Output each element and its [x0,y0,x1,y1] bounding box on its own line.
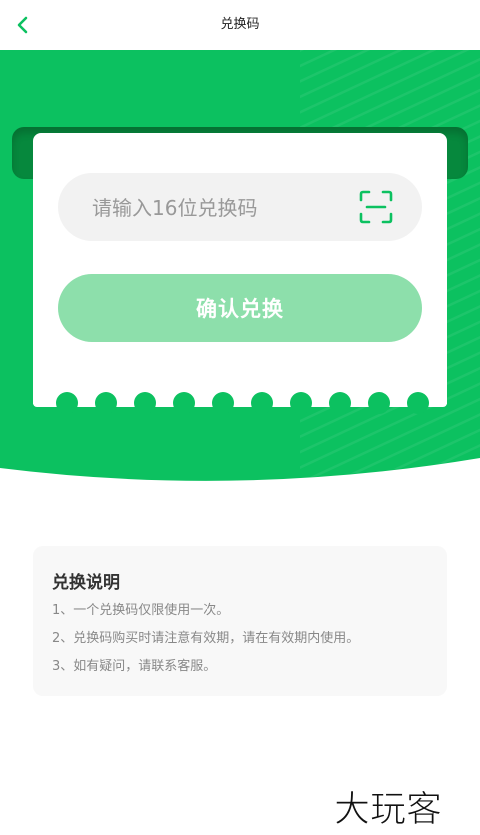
instruction-item: 3、如有疑问，请联系客服。 [52,659,217,674]
watermark-logo: 大玩客 [334,789,443,830]
app-header: 兑换码 [0,0,480,50]
card-scalloped-edge [33,390,447,414]
scan-button[interactable] [358,189,394,225]
redeem-code-field [58,173,422,243]
redeem-code-input[interactable] [90,173,354,243]
confirm-redeem-button[interactable]: 确认兑换 [58,274,422,342]
watermark-text: 大玩客 [334,789,442,829]
scan-icon [359,190,393,224]
instructions-title: 兑换说明 [52,573,120,593]
instruction-item: 2、兑换码购买时请注意有效期，请在有效期内使用。 [52,631,360,646]
redeem-instructions: 兑换说明 1、一个兑换码仅限使用一次。 2、兑换码购买时请注意有效期，请在有效期… [33,546,447,696]
page-title: 兑换码 [220,17,260,32]
instruction-item: 1、一个兑换码仅限使用一次。 [52,603,230,618]
